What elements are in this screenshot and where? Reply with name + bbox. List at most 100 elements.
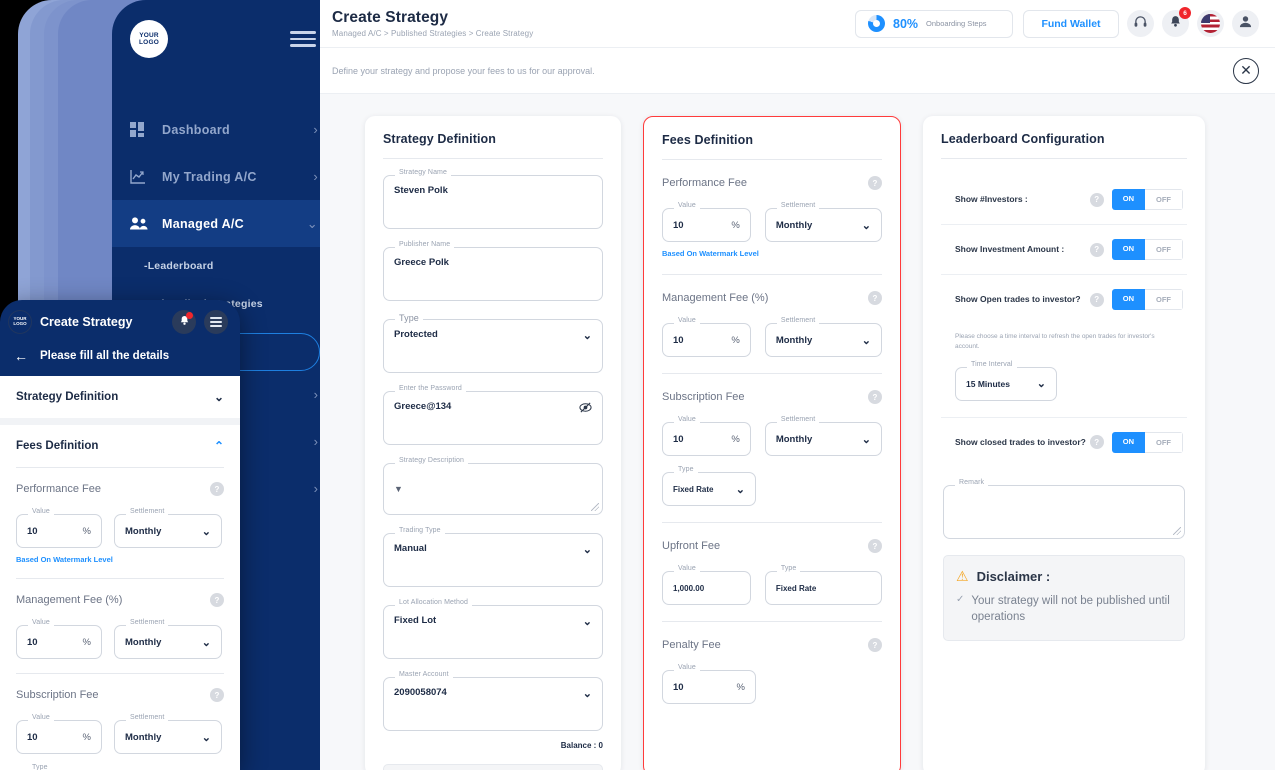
support-button[interactable]	[1127, 10, 1154, 37]
penalty-fee-value-field[interactable]: Value 10 %	[662, 664, 756, 704]
mobile-management-fee-settlement-select[interactable]: Settlement Monthly ⌄	[114, 619, 222, 659]
field-box[interactable]: Monthly ⌄	[114, 720, 222, 754]
logo[interactable]: YOUR LOGO	[130, 20, 168, 58]
management-fee-value-field[interactable]: Value 10 %	[662, 317, 751, 357]
toggle-on[interactable]: ON	[1111, 189, 1145, 210]
help-icon[interactable]: ?	[1089, 292, 1104, 307]
mobile-performance-fee-value-field[interactable]: Value 10 %	[16, 508, 102, 548]
chevron-down-icon[interactable]: ⌄	[214, 390, 224, 404]
field-box[interactable]: 10 %	[662, 670, 756, 704]
remark-field[interactable]: Remark	[943, 478, 1185, 539]
field-box[interactable]: Greece Polk	[383, 247, 603, 301]
help-icon[interactable]: ?	[868, 390, 882, 404]
subscription-fee-settlement-select[interactable]: Settlement Monthly ⌄	[764, 416, 882, 456]
toggle-on[interactable]: ON	[1111, 289, 1145, 310]
help-icon[interactable]: ?	[868, 539, 882, 553]
chevron-down-icon[interactable]: ⌄	[202, 525, 211, 538]
field-box[interactable]: Fixed Rate	[764, 571, 882, 605]
help-icon[interactable]: ?	[210, 593, 224, 607]
sidebar-item-managed-ac[interactable]: Managed A/C ⌄	[112, 200, 334, 247]
hamburger-menu-icon[interactable]	[290, 31, 316, 47]
chevron-down-icon[interactable]: ⌄	[862, 433, 871, 446]
chevron-down-icon[interactable]: ⌄	[583, 543, 592, 556]
performance-fee-value-field[interactable]: Value 10 %	[662, 202, 751, 242]
field-box[interactable]: 10 %	[662, 422, 751, 456]
toggle-on[interactable]: ON	[1111, 239, 1145, 260]
chevron-down-icon[interactable]: ⌄	[583, 687, 592, 700]
toggle-off[interactable]: OFF	[1145, 289, 1183, 310]
toggle-show-investors[interactable]: ON OFF	[1111, 189, 1183, 210]
toggle-show-investment-amount[interactable]: ON OFF	[1111, 239, 1183, 260]
help-icon[interactable]: ?	[868, 291, 882, 305]
toggle-show-closed-trades[interactable]: ON OFF	[1111, 431, 1183, 453]
field-box[interactable]: Manual ⌄	[383, 533, 603, 587]
upfront-fee-type-field[interactable]: Type Fixed Rate	[764, 565, 882, 605]
management-fee-settlement-select[interactable]: Settlement Monthly ⌄	[764, 317, 882, 357]
master-account-select[interactable]: Master Account 2090058074 ⌄	[383, 671, 603, 731]
help-icon[interactable]: ?	[210, 482, 224, 496]
trading-type-select[interactable]: Trading Type Manual ⌄	[383, 527, 603, 587]
mobile-menu-button[interactable]	[204, 310, 228, 334]
field-box[interactable]: Protected ⌄	[383, 319, 603, 373]
field-box[interactable]: 10 %	[16, 720, 102, 754]
help-icon[interactable]: ?	[1089, 242, 1104, 257]
mobile-accordion-strategy-definition[interactable]: Strategy Definition ⌄	[0, 376, 240, 418]
field-box[interactable]: Fixed Lot ⌄	[383, 605, 603, 659]
chevron-down-icon[interactable]: ⌄	[202, 636, 211, 649]
strategy-description-field[interactable]: Strategy Description ▼	[383, 457, 603, 515]
mobile-performance-fee-settlement-select[interactable]: Settlement Monthly ⌄	[114, 508, 222, 548]
chevron-up-icon[interactable]: ⌃	[214, 439, 224, 453]
help-icon[interactable]: ?	[1089, 435, 1104, 450]
field-box[interactable]: 10 %	[662, 208, 751, 242]
mobile-subscription-fee-value-field[interactable]: Value 10 %	[16, 714, 102, 754]
lot-allocation-method-select[interactable]: Lot Allocation Method Fixed Lot ⌄	[383, 599, 603, 659]
publisher-name-field[interactable]: Publisher Name Greece Polk	[383, 241, 603, 301]
type-select[interactable]: Type Protected ⌄	[383, 313, 603, 373]
sidebar-item-my-trading-ac[interactable]: My Trading A/C ›	[112, 153, 334, 200]
toggle-off[interactable]: OFF	[1145, 189, 1183, 210]
chevron-down-icon[interactable]: ⌄	[583, 615, 592, 628]
chevron-down-icon[interactable]: ⌄	[862, 219, 871, 232]
field-box[interactable]: Greece@134	[383, 391, 603, 445]
mobile-accordion-fees-definition[interactable]: Fees Definition ⌃	[0, 425, 240, 467]
mobile-management-fee-value-field[interactable]: Value 10 %	[16, 619, 102, 659]
mobile-subscription-fee-settlement-select[interactable]: Settlement Monthly ⌄	[114, 714, 222, 754]
remark-textarea[interactable]	[943, 484, 1185, 539]
field-box[interactable]: 1,000.00	[662, 571, 751, 605]
strategy-name-field[interactable]: Strategy Name Steven Polk	[383, 169, 603, 229]
mobile-logo[interactable]: YOUR LOGO	[8, 310, 32, 334]
field-box[interactable]: Monthly ⌄	[114, 514, 222, 548]
strategy-description-textarea[interactable]: ▼	[383, 463, 603, 515]
watermark-level-link[interactable]: Based On Watermark Level	[16, 555, 224, 564]
field-box[interactable]: Monthly ⌄	[764, 422, 882, 456]
field-box[interactable]: Monthly ⌄	[764, 323, 882, 357]
eye-off-icon[interactable]	[579, 401, 592, 417]
field-box[interactable]: 15 Minutes ⌄	[955, 366, 1057, 401]
help-icon[interactable]: ?	[210, 688, 224, 702]
chevron-down-icon[interactable]: ⌄	[583, 329, 592, 342]
profile-button[interactable]	[1232, 10, 1259, 37]
field-box[interactable]: 10 %	[16, 625, 102, 659]
toggle-off[interactable]: OFF	[1145, 431, 1183, 453]
sidebar-subitem-leaderboard[interactable]: -Leaderboard	[112, 247, 334, 285]
watermark-level-link[interactable]: Based On Watermark Level	[662, 249, 882, 258]
chevron-down-icon[interactable]: ⌄	[202, 731, 211, 744]
performance-fee-settlement-select[interactable]: Settlement Monthly ⌄	[764, 202, 882, 242]
time-interval-select[interactable]: Time Interval 15 Minutes ⌄	[955, 360, 1057, 401]
chevron-down-icon[interactable]: ⌄	[862, 334, 871, 347]
toggle-show-open-trades[interactable]: ON OFF	[1111, 289, 1183, 310]
close-icon[interactable]: ✕	[1233, 57, 1259, 84]
subscription-fee-type-select[interactable]: Type Fixed Rate ⌄	[662, 466, 756, 506]
upfront-fee-value-field[interactable]: Value 1,000.00	[662, 565, 751, 605]
field-box[interactable]: 10 %	[662, 323, 751, 357]
toggle-off[interactable]: OFF	[1145, 239, 1183, 260]
notifications-button[interactable]: 6	[1162, 7, 1191, 37]
chevron-down-icon[interactable]: ⌄	[736, 483, 745, 496]
sidebar-item-dashboard[interactable]: Dashboard ›	[112, 106, 334, 153]
help-icon[interactable]: ?	[868, 176, 882, 190]
field-box[interactable]: 2090058074 ⌄	[383, 677, 603, 731]
back-arrow-icon[interactable]: ←	[14, 348, 28, 364]
language-button[interactable]	[1197, 10, 1224, 37]
subscription-fee-value-field[interactable]: Value 10 %	[662, 416, 751, 456]
field-box[interactable]: Monthly ⌄	[764, 208, 882, 242]
